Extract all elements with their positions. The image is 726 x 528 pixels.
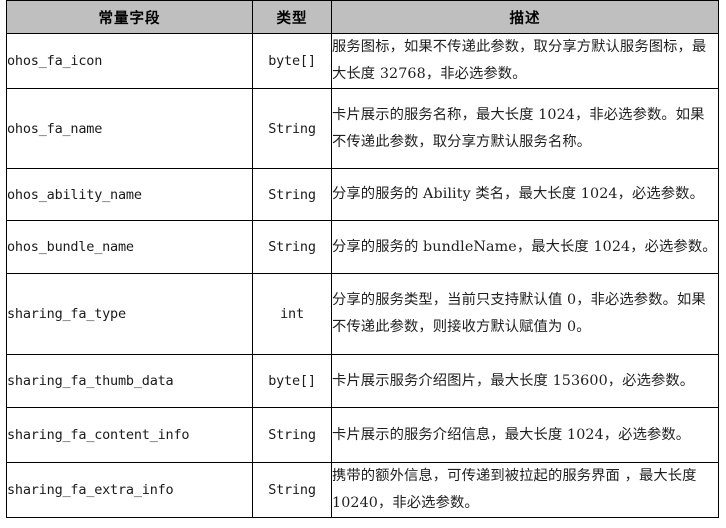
- table-body: ohos_fa_icon byte[] 服务图标，如果不传递此参数，取分享方默认…: [6, 33, 719, 518]
- cell-field-description: 分享的服务的 bundleName，最大长度 1024，必选参数。: [331, 220, 719, 274]
- cell-field-description: 分享的服务的 Ability 类名，最大长度 1024，必选参数。: [331, 168, 719, 221]
- cell-field-type: String: [252, 220, 332, 274]
- column-header-type: 类型: [252, 0, 332, 34]
- table-header: 常量字段 类型 描述: [6, 0, 719, 34]
- table-row: ohos_ability_name String 分享的服务的 Ability …: [6, 168, 719, 221]
- cell-field-type: byte[]: [252, 33, 332, 89]
- table-row: ohos_bundle_name String 分享的服务的 bundleNam…: [6, 220, 719, 274]
- cell-field-description: 卡片展示的服务名称，最大长度 1024，非必选参数。如果不传递此参数，取分享方默…: [331, 88, 719, 169]
- table-row: sharing_fa_content_info String 卡片展示的服务介绍…: [6, 407, 719, 463]
- cell-field-description: 服务图标，如果不传递此参数，取分享方默认服务图标，最大长度 32768，非必选参…: [331, 33, 719, 89]
- cell-field-name: sharing_fa_thumb_data: [6, 354, 253, 408]
- cell-field-type: String: [252, 168, 332, 221]
- cell-field-name: ohos_bundle_name: [6, 220, 253, 274]
- cell-field-type: String: [252, 88, 332, 169]
- cell-field-type: byte[]: [252, 354, 332, 408]
- cell-field-name: ohos_fa_name: [6, 88, 253, 169]
- table-row: sharing_fa_extra_info String 携带的额外信息，可传递…: [6, 462, 719, 518]
- cell-field-description: 分享的服务类型，当前只支持默认值 0，非必选参数。如果不传递此参数，则接收方默认…: [331, 273, 719, 355]
- page-container: 常量字段 类型 描述 ohos_fa_icon byte[] 服务图标，如果不传…: [0, 0, 726, 528]
- cell-field-description: 卡片展示服务介绍图片，最大长度 153600，必选参数。: [331, 354, 719, 408]
- cell-field-name: ohos_fa_icon: [6, 33, 253, 89]
- cell-field-type: String: [252, 407, 332, 463]
- table-row: ohos_fa_icon byte[] 服务图标，如果不传递此参数，取分享方默认…: [6, 33, 719, 89]
- constant-fields-table: 常量字段 类型 描述 ohos_fa_icon byte[] 服务图标，如果不传…: [6, 0, 719, 518]
- cell-field-type: String: [252, 462, 332, 518]
- table-header-row: 常量字段 类型 描述: [6, 0, 719, 34]
- cell-field-name: ohos_ability_name: [6, 168, 253, 221]
- table-row: sharing_fa_type int 分享的服务类型，当前只支持默认值 0，非…: [6, 273, 719, 355]
- cell-field-name: sharing_fa_content_info: [6, 407, 253, 463]
- cell-field-name: sharing_fa_extra_info: [6, 462, 253, 518]
- table-row: sharing_fa_thumb_data byte[] 卡片展示服务介绍图片，…: [6, 354, 719, 408]
- cell-field-name: sharing_fa_type: [6, 273, 253, 355]
- cell-field-type: int: [252, 273, 332, 355]
- table-row: ohos_fa_name String 卡片展示的服务名称，最大长度 1024，…: [6, 88, 719, 169]
- column-header-field: 常量字段: [6, 0, 253, 34]
- cell-field-description: 卡片展示的服务介绍信息，最大长度 1024，必选参数。: [331, 407, 719, 463]
- column-header-description: 描述: [331, 0, 719, 34]
- cell-field-description: 携带的额外信息，可传递到被拉起的服务界面 ，最大长度 10240，非必选参数。: [331, 462, 719, 518]
